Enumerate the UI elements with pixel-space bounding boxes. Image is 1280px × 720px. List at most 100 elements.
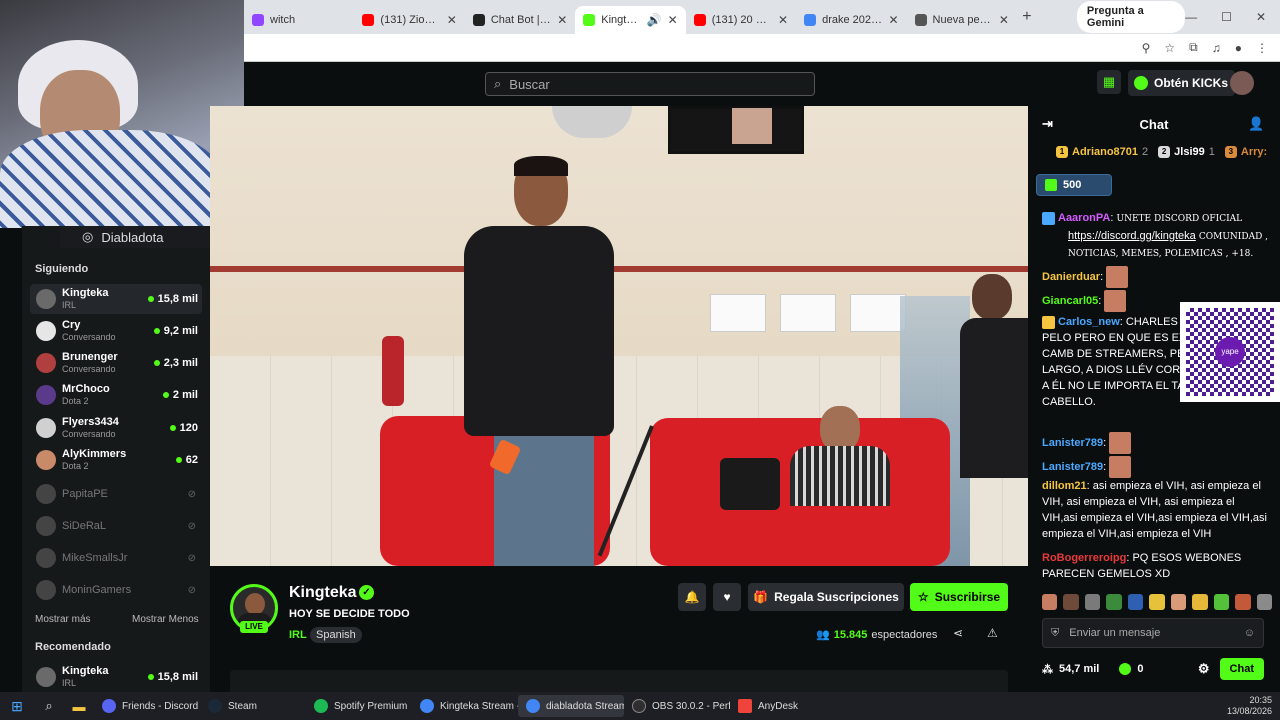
browser-tab[interactable]: witch <box>244 6 354 34</box>
emote-icon[interactable] <box>1149 594 1165 610</box>
leaderboard-item[interactable]: 2 Jlsi99 1 <box>1158 146 1215 158</box>
channel-name[interactable]: Kingteka <box>289 584 357 602</box>
leaderboard-item[interactable]: 1 Adriano8701 2 <box>1056 146 1148 158</box>
bookmark-star-icon[interactable]: ☆ <box>1164 41 1175 55</box>
offline-icon: ⊘ <box>187 552 196 564</box>
browser-tab-active[interactable]: Kingteka Stream🔊✕ <box>575 6 686 34</box>
language-tag[interactable]: Spanish <box>310 627 362 643</box>
sidebar-item-cry[interactable]: Cry Conversando 9,2 mil <box>30 316 202 346</box>
emoji-icon[interactable]: ☺ <box>1244 627 1255 639</box>
maximize-icon[interactable]: ☐ <box>1221 10 1232 24</box>
browser-tab[interactable]: Chat Bot | El mejor a✕ <box>465 6 575 34</box>
emote-icon <box>1106 266 1129 288</box>
leaderboard-item[interactable]: 3 Arry: <box>1224 146 1267 158</box>
chrome-icon <box>526 699 540 713</box>
audio-icon[interactable]: 🔊 <box>647 13 662 27</box>
pinned-kicks[interactable]: 500 <box>1036 174 1112 196</box>
profile-icon[interactable]: ● <box>1235 41 1242 55</box>
gear-icon[interactable]: ⚙ <box>1198 661 1210 677</box>
close-icon[interactable]: ✕ <box>888 13 898 27</box>
menu-icon[interactable]: ⋮ <box>1256 41 1268 55</box>
browser-tab[interactable]: (131) Zion & Lennox✕ <box>354 6 464 34</box>
close-icon[interactable]: ✕ <box>778 13 788 27</box>
emote-icon[interactable] <box>1084 594 1101 610</box>
chat-users-icon[interactable]: 👤 <box>1248 116 1264 132</box>
new-tab-button[interactable]: + <box>1017 8 1037 26</box>
browser-tabbar: witch (131) Zion & Lennox✕ Chat Bot | El… <box>244 0 1280 34</box>
report-icon[interactable]: ⚠ <box>987 626 998 640</box>
sidebar-item-sideral[interactable]: SiDeRaL ⊘ <box>30 511 202 541</box>
get-kicks-button[interactable]: Obtén KICKs <box>1128 70 1235 96</box>
minimize-icon[interactable]: — <box>1185 10 1197 24</box>
follow-button[interactable]: ♥ <box>713 583 741 611</box>
kick-cube-icon[interactable]: ▦ <box>1097 70 1121 94</box>
zoom-icon[interactable]: ⚲ <box>1142 41 1151 55</box>
window-controls: — ☐ ✕ <box>1185 10 1280 24</box>
sidebar-item-papitape[interactable]: PapitaPE ⊘ <box>30 479 202 509</box>
emote-icon[interactable] <box>1192 594 1208 610</box>
video-scene-bag <box>720 458 780 510</box>
close-icon[interactable]: ✕ <box>557 13 567 27</box>
emote-icon[interactable] <box>1213 594 1230 610</box>
bell-icon: 🔔 <box>684 590 700 604</box>
windows-taskbar: ⊞ ⌕ ▬ Friends - Discord Steam Spotify Pr… <box>0 692 1280 720</box>
chat-message-input[interactable]: ⛨ Enviar un mensaje ☺ <box>1042 618 1264 648</box>
extensions-icon[interactable]: ⧉ <box>1189 40 1198 55</box>
gift-subs-button[interactable]: 🎁 Regala Suscripciones <box>748 583 904 611</box>
notification-bell-button[interactable]: 🔔 <box>678 583 706 611</box>
emote-icon[interactable] <box>1042 594 1058 610</box>
emote-icon[interactable] <box>1256 594 1272 610</box>
show-less-link[interactable]: Mostrar Menos <box>132 614 199 625</box>
sidebar-item-flyers3434[interactable]: Flyers3434 Conversando 120 <box>30 413 202 443</box>
chat-message: dillom21: asi empieza el VIH, asi empiez… <box>1042 480 1267 540</box>
taskbar-clock[interactable]: 20:35 13/08/2026 <box>1227 695 1280 717</box>
user-avatar[interactable] <box>1230 71 1254 95</box>
close-icon[interactable]: ✕ <box>668 13 678 27</box>
collapse-chat-icon[interactable]: ⇥ <box>1042 116 1053 132</box>
video-player[interactable] <box>210 106 1028 566</box>
sidebar-item-alykimmers[interactable]: AlyKimmers Dota 2 62 <box>30 445 202 475</box>
taskbar-app-steam[interactable]: Steam <box>200 695 306 717</box>
video-scene-sign <box>710 294 766 332</box>
avatar <box>36 418 56 438</box>
gift-leaderboard: 1 Adriano8701 2 2 Jlsi99 1 3 Arry: <box>1056 146 1280 158</box>
emote-icon[interactable] <box>1127 594 1144 610</box>
taskbar-app-chrome-diabladota[interactable]: diabladota Stream ... <box>518 695 624 717</box>
left-sidebar: Siguiendo Kingteka IRL 15,8 mil Cry Conver… <box>22 226 210 693</box>
subscribe-button[interactable]: ☆ Suscribirse <box>910 583 1008 611</box>
taskbar-app-chrome-kingteka[interactable]: Kingteka Stream - ... <box>412 695 518 717</box>
search-icon[interactable]: ⌕ <box>34 698 64 714</box>
folder-icon[interactable]: ▬ <box>64 699 94 714</box>
sidebar-item-moningamers[interactable]: MoninGamers ⊘ <box>30 575 202 605</box>
media-icon[interactable]: ♫ <box>1212 41 1221 55</box>
show-more-link[interactable]: Mostrar más <box>35 614 91 625</box>
chat-send-button[interactable]: Chat <box>1219 658 1264 680</box>
taskbar-app-discord[interactable]: Friends - Discord <box>94 695 200 717</box>
emote-icon[interactable] <box>1063 594 1079 610</box>
sidebar-item-mikesmallsjr[interactable]: MikeSmallsJr ⊘ <box>30 543 202 573</box>
verified-icon: ✓ <box>359 585 374 600</box>
emote-icon[interactable] <box>1235 594 1251 610</box>
video-scene-tv-screen <box>732 108 772 144</box>
emote-icon[interactable] <box>1170 594 1187 610</box>
sidebar-item-mrchoco[interactable]: MrChoco Dota 2 2 mil <box>30 380 202 410</box>
sidebar-item-recommended-kingteka[interactable]: Kingteka IRL 15,8 mil <box>30 662 202 692</box>
close-icon[interactable]: ✕ <box>999 13 1009 27</box>
browser-tab[interactable]: drake 2026 - Buscar✕ <box>796 6 906 34</box>
sidebar-item-kingteka[interactable]: Kingteka IRL 15,8 mil <box>30 284 202 314</box>
share-icon[interactable]: ⋖ <box>953 626 963 640</box>
gemini-button[interactable]: Pregunta a Gemini <box>1076 1 1186 33</box>
browser-tab[interactable]: Nueva pestaña✕ <box>907 6 1017 34</box>
start-icon[interactable]: ⊞ <box>0 698 34 715</box>
search-input[interactable]: ⌕ Buscar <box>485 72 815 96</box>
close-window-icon[interactable]: ✕ <box>1256 10 1266 24</box>
sidebar-item-brunenger[interactable]: Brunenger Conversando 2,3 mil <box>30 348 202 378</box>
chat-footer: ⁂ 54,7 mil 0 ⚙ Chat <box>1042 657 1264 681</box>
close-icon[interactable]: ✕ <box>447 13 457 27</box>
taskbar-app-anydesk[interactable]: AnyDesk <box>730 695 836 717</box>
browser-tab[interactable]: (131) 20 MUJERES V✕ <box>686 6 796 34</box>
category-link[interactable]: IRL <box>289 629 307 641</box>
emote-icon[interactable] <box>1106 594 1122 610</box>
taskbar-app-obs[interactable]: OBS 30.0.2 - Perfil: ... <box>624 695 730 717</box>
taskbar-app-spotify[interactable]: Spotify Premium <box>306 695 412 717</box>
